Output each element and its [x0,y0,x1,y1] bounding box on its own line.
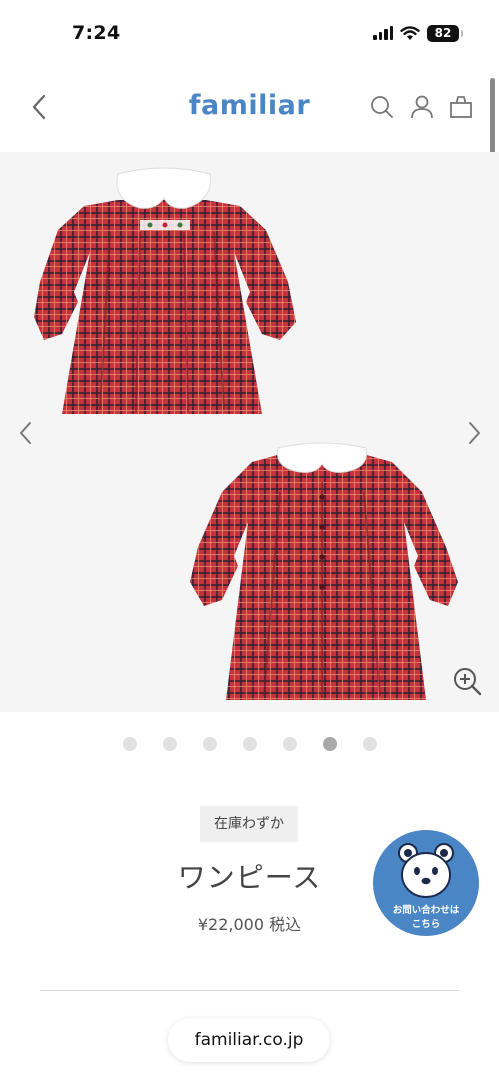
chevron-left-icon[interactable] [14,418,38,448]
gallery-dot[interactable] [362,737,377,751]
tax-note: 税込 [269,915,302,934]
cart-bag-icon[interactable] [448,94,474,120]
dress-back [190,442,458,700]
price-amount: ¥22,000 [197,915,265,934]
dress-front [34,167,296,414]
gallery-dot[interactable] [202,737,217,751]
gallery-pagination [0,737,499,751]
url-bar[interactable]: familiar.co.jp [168,1018,330,1062]
signal-icon [373,26,393,40]
search-icon[interactable] [369,94,395,120]
gallery-dot[interactable] [162,737,177,751]
account-icon[interactable] [409,94,435,120]
battery-icon: 82 [427,24,463,42]
chevron-right-icon[interactable] [462,418,486,448]
bear-icon [398,843,454,898]
divider [40,990,459,991]
product-gallery[interactable] [0,152,499,712]
gallery-dot[interactable] [122,737,137,751]
zoom-in-icon[interactable] [451,665,483,697]
status-bar: 7:24 82 [0,0,499,60]
gallery-dot[interactable] [282,737,297,751]
contact-button[interactable]: お問い合わせは こちら [373,830,479,936]
contact-label-line1: お問い合わせは [392,905,460,916]
product-image-dress [34,167,458,700]
contact-label: お問い合わせは こちら [373,904,479,932]
battery-level: 82 [434,25,452,40]
contact-label-line2: こちら [411,919,441,930]
status-time: 7:24 [72,22,121,44]
wifi-icon [400,25,420,40]
site-header: familiar [0,78,499,138]
gallery-dot[interactable] [242,737,257,751]
gallery-dot[interactable] [322,737,337,751]
status-icons: 82 [373,22,463,44]
stock-badge: 在庫わずか [200,806,298,842]
